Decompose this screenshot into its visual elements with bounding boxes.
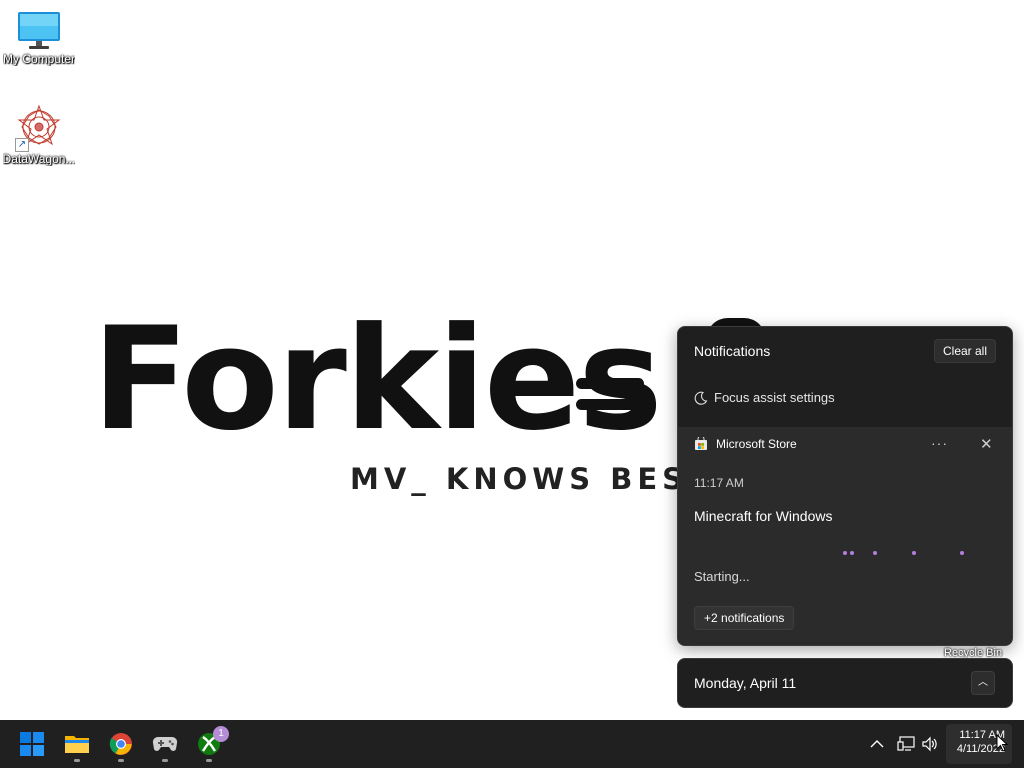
file-explorer-button[interactable] [57,724,97,764]
show-hidden-icons-button[interactable] [866,720,888,768]
clear-all-button[interactable]: Clear all [933,339,996,363]
desktop-icon-label: My Computer [2,52,76,66]
notification-time: 11:17 AM [694,476,744,490]
running-indicator [74,759,80,762]
speaker-icon [922,736,937,752]
chevron-up-icon [870,740,884,748]
mouse-cursor-icon [996,734,1008,752]
desktop-icon-my-computer[interactable]: My Computer [1,10,77,66]
notification-badge: 1 [213,726,229,742]
moon-icon [694,391,708,405]
running-indicator [206,759,212,762]
more-notifications-button[interactable]: +2 notifications [694,606,795,630]
wallpaper-subtitle: MV_ KNOWS BEST [350,462,713,496]
chrome-icon [109,733,132,755]
microsoft-store-icon [695,437,707,450]
monitor-icon [18,12,60,49]
wallpaper-equals-sign [576,378,644,420]
start-icon [20,732,44,756]
desktop-icon-label: DataWagon... [2,152,76,166]
volume-button[interactable] [919,720,941,768]
game-controller-button[interactable] [145,724,185,764]
notification-center-title: Notifications [694,343,771,359]
taskbar: 1 11:17 AM 4/11/2022 [0,720,1024,768]
xbox-button[interactable]: 1 [189,724,229,764]
file-explorer-icon [65,736,89,753]
calendar-date: Monday, April 11 [694,675,797,691]
chevron-up-icon[interactable]: ︿ [971,671,995,695]
notification-app-header: Microsoft Store [694,437,797,451]
desktop-icon-datawagon[interactable]: ↗ DataWagon... [1,104,77,166]
notification-heading: Minecraft for Windows [694,508,833,524]
notification-center: Notifications Clear all Focus assist set… [677,326,1013,646]
calendar-panel: Monday, April 11 ︿ [677,658,1013,708]
shortcut-arrow-icon: ↗ [15,138,29,152]
gamepad-icon [152,736,178,751]
notification-status: Starting... [694,569,750,584]
network-button[interactable] [894,720,918,768]
close-icon[interactable]: ✕ [980,435,993,453]
notification-card[interactable]: Microsoft Store ··· ✕ 11:17 AM Minecraft… [678,427,1012,645]
notification-app-name: Microsoft Store [716,437,797,451]
focus-assist-label: Focus assist settings [714,390,835,405]
chrome-button[interactable] [101,724,141,764]
running-indicator [118,759,124,762]
network-icon [897,736,915,751]
focus-assist-settings-link[interactable]: Focus assist settings [694,390,835,405]
progress-dots [678,551,1012,557]
running-indicator [162,759,168,762]
start-button[interactable] [12,724,52,764]
more-options-icon[interactable]: ··· [931,435,948,451]
